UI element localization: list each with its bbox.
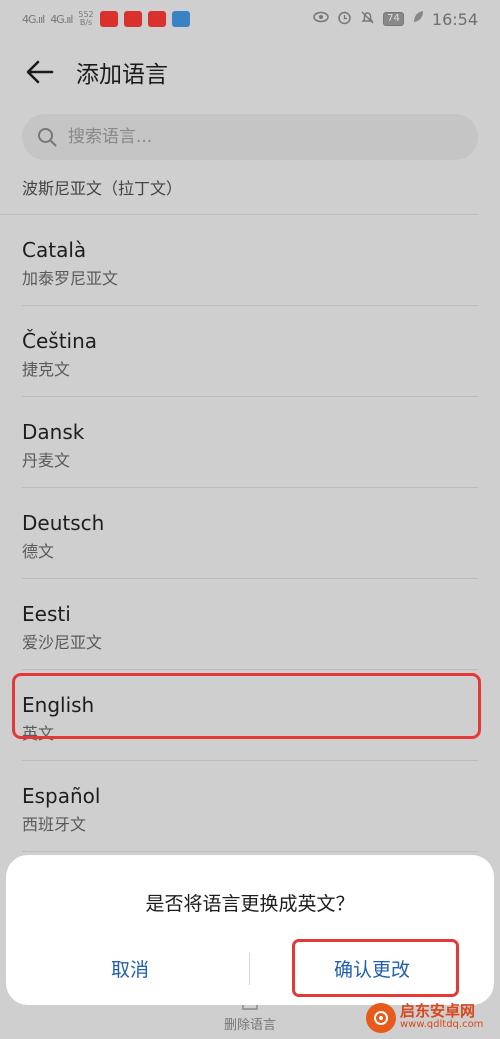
search-input[interactable] <box>68 127 448 147</box>
status-left: 4G.ııl 4G.ııl 552 B/s <box>22 11 190 27</box>
back-arrow-icon[interactable] <box>20 52 60 92</box>
language-subtitle: 丹麦文 <box>22 451 71 470</box>
dialog-divider <box>249 953 250 985</box>
search-bar[interactable] <box>22 114 478 160</box>
status-right: 74 16:54 <box>313 10 478 29</box>
leaf-icon <box>412 10 424 28</box>
language-name: Dansk <box>22 420 85 444</box>
language-item-cestina[interactable]: Čeština 捷克文 <box>22 306 478 397</box>
app-notification-icon <box>123 11 142 27</box>
language-item-catala[interactable]: Català 加泰罗尼亚文 <box>22 215 478 306</box>
language-item-espanol[interactable]: Español 西班牙文 <box>22 761 478 852</box>
language-item-deutsch[interactable]: Deutsch 德文 <box>22 488 478 579</box>
watermark-text: 启东安卓网 www.qdltdq.com <box>400 1001 484 1030</box>
language-item-dansk[interactable]: Dansk 丹麦文 <box>22 397 478 488</box>
language-name: Eesti <box>22 602 71 626</box>
battery-icon: 74 <box>383 12 404 26</box>
status-bar: 4G.ııl 4G.ııl 552 B/s 74 16:54 <box>0 0 500 38</box>
eye-icon <box>313 11 329 27</box>
language-name: Deutsch <box>22 511 105 535</box>
alarm-icon <box>337 10 352 29</box>
mute-bell-icon <box>360 10 375 29</box>
signal-icon: 4G.ııl <box>22 12 45 26</box>
app-notification-icon <box>171 11 190 27</box>
english-highlight-box <box>12 673 481 739</box>
language-list: 波斯尼亚文（拉丁文） Català 加泰罗尼亚文 Čeština 捷克文 Dan… <box>0 160 500 852</box>
language-subtitle: 捷克文 <box>22 360 71 379</box>
cancel-button[interactable]: 取消 <box>30 947 230 993</box>
network-speed: 552 B/s <box>78 10 94 27</box>
page-title: 添加语言 <box>76 62 168 88</box>
search-icon <box>36 126 58 148</box>
language-subtitle: 西班牙文 <box>22 815 87 834</box>
app-bar: 添加语言 <box>0 38 500 106</box>
language-subtitle: 爱沙尼亚文 <box>22 633 103 652</box>
signal-icon: 4G.ııl <box>50 12 73 26</box>
app-notification-icon <box>147 11 166 27</box>
dialog-message: 是否将语言更换成英文？ <box>145 893 355 915</box>
clock: 16:54 <box>431 9 478 29</box>
delete-language-button[interactable]: 删除语言 <box>224 1014 276 1033</box>
language-name: Español <box>22 784 101 808</box>
language-item-eesti[interactable]: Eesti 爱沙尼亚文 <box>22 579 478 670</box>
watermark-logo-icon <box>366 1002 396 1033</box>
language-subtitle: 加泰罗尼亚文 <box>22 269 119 288</box>
confirm-highlight-box <box>292 939 459 997</box>
app-notification-icon <box>99 11 118 27</box>
watermark: 启东安卓网 www.qdltdq.com <box>366 996 500 1039</box>
language-subtitle: 德文 <box>22 542 55 561</box>
language-name: Català <box>22 238 87 262</box>
language-name: Čeština <box>22 329 98 353</box>
list-item[interactable]: 波斯尼亚文（拉丁文） <box>0 160 478 215</box>
